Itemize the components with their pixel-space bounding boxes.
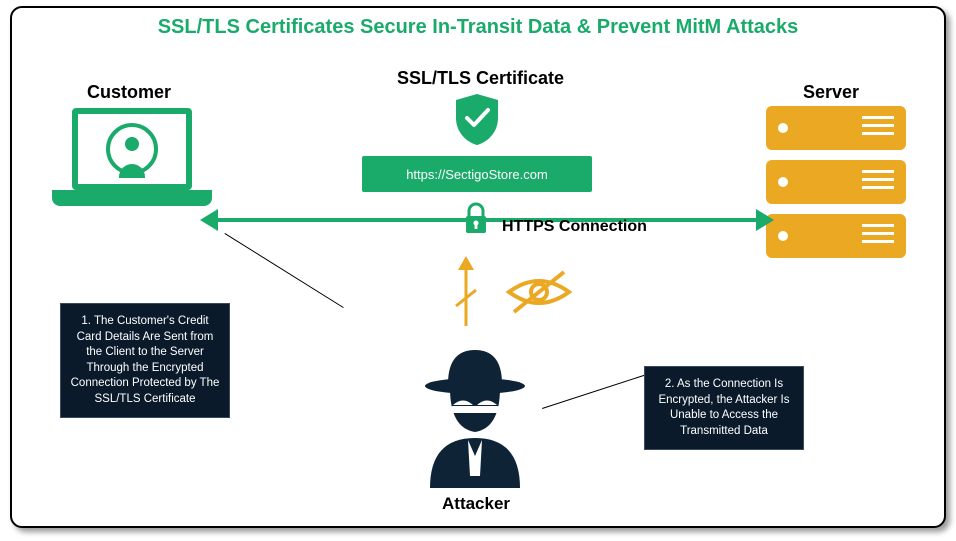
connection-label: HTTPS Connection [502,218,647,236]
attacker-icon [410,338,540,493]
server-unit [766,160,906,204]
callout-attacker-note: 2. As the Connection Is Encrypted, the A… [644,366,804,450]
customer-label: Customer [87,82,171,103]
server-stack-icon [766,106,906,268]
certificate-label: SSL/TLS Certificate [397,68,564,89]
url-bar: https://SectigoStore.com [362,156,592,192]
server-unit [766,214,906,258]
no-visibility-icon [504,266,574,323]
arrow-right-head [756,209,774,231]
blocked-arrow-icon [452,256,480,333]
shield-check-icon [452,92,502,147]
laptop-icon [52,108,212,223]
user-avatar-icon [106,123,158,175]
server-label: Server [803,82,859,103]
callout-leader-line [224,233,343,308]
callout-leader-line [542,374,647,409]
diagram-frame: SSL/TLS Certificates Secure In-Transit D… [10,6,946,528]
callout-customer-note: 1. The Customer's Credit Card Details Ar… [60,303,230,418]
server-unit [766,106,906,150]
diagram-title: SSL/TLS Certificates Secure In-Transit D… [12,16,944,39]
padlock-icon [462,202,490,241]
attacker-label: Attacker [442,494,510,514]
